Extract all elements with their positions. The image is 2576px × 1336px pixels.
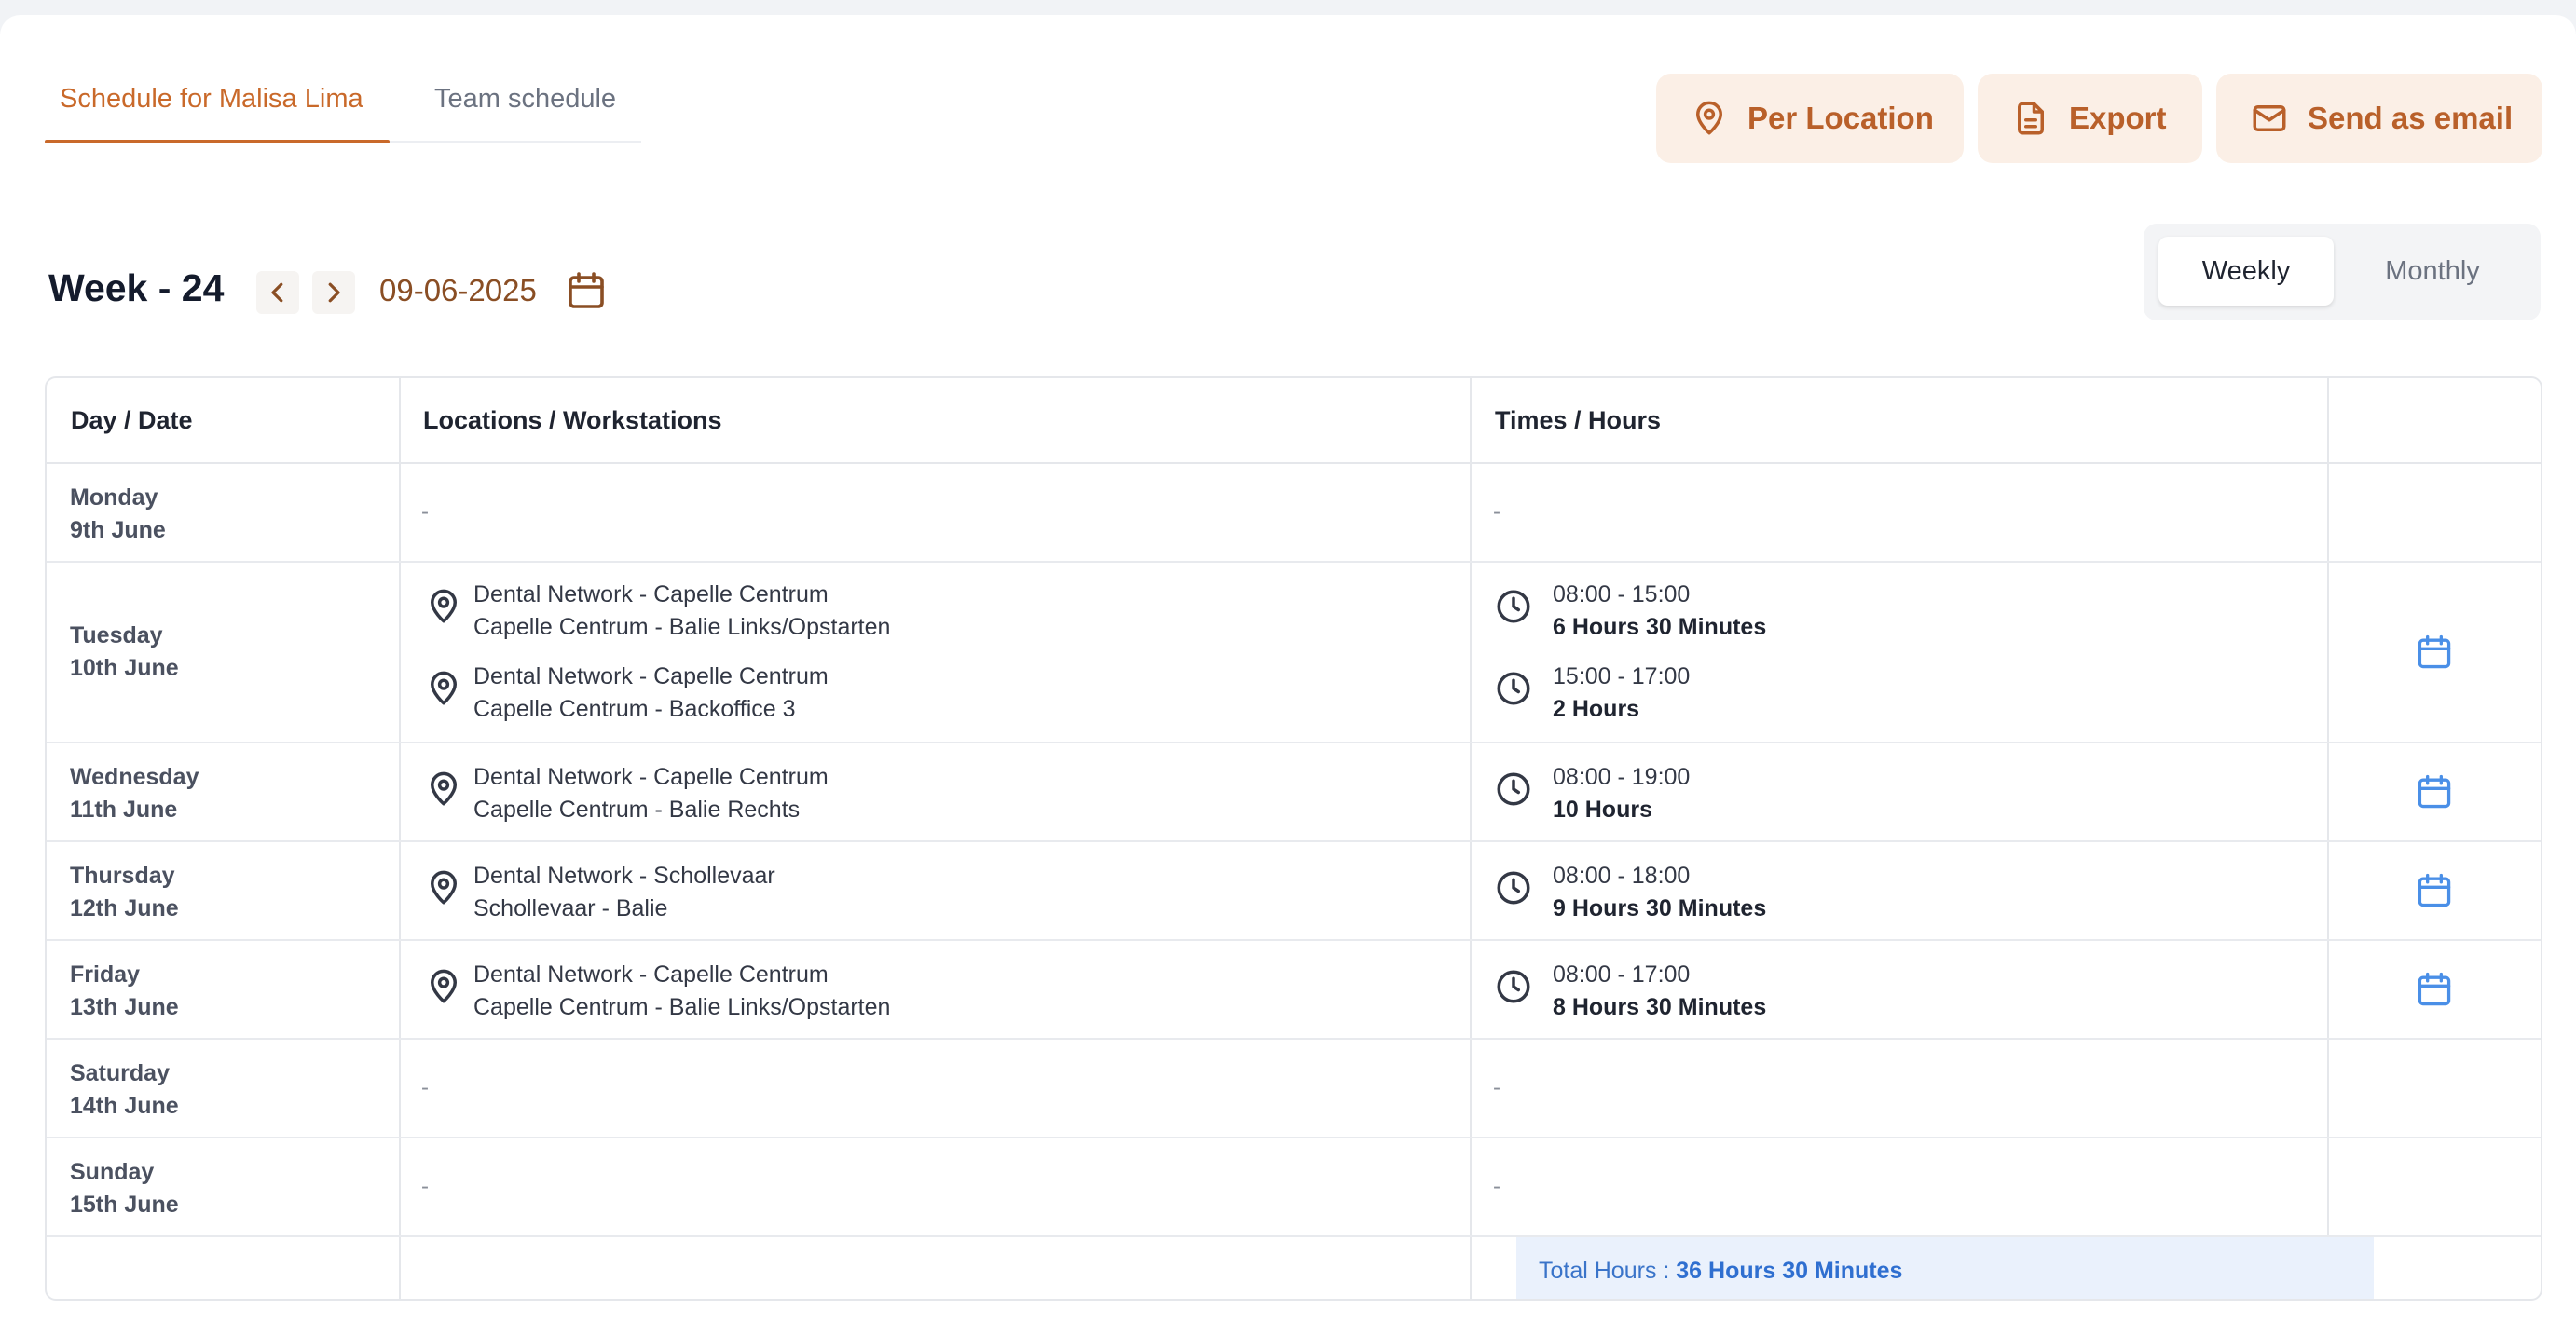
clock-icon: [1497, 672, 1530, 705]
day-name: Saturday: [70, 1060, 170, 1086]
calendar-icon[interactable]: [564, 268, 609, 313]
calendar-icon[interactable]: [2414, 969, 2455, 1010]
header-times: Times / Hours: [1495, 406, 1662, 434]
mail-icon: [2253, 105, 2286, 131]
day-name: Sunday: [70, 1159, 155, 1185]
per-location-label: Per Location: [1747, 101, 1934, 135]
day-date: 13th June: [70, 994, 179, 1020]
monthly-view-button[interactable]: Monthly: [2345, 237, 2520, 306]
shift-hours: 6 Hours 30 Minutes: [1553, 614, 1767, 640]
total-hours: Total Hours : 36 Hours 30 Minutes: [1539, 1258, 1902, 1285]
shift-time: 08:00 - 19:00: [1553, 764, 1691, 790]
send-email-label: Send as email: [2308, 101, 2514, 135]
clock-icon: [1497, 871, 1530, 905]
table-row: Wednesday 11th June Dental Network - Cap…: [47, 743, 2541, 842]
workstation-name: Capelle Centrum - Balie Rechts: [473, 797, 801, 823]
table-row: Thursday 12th June Dental Network - Scho…: [47, 842, 2541, 941]
chevron-right-icon: [328, 282, 340, 303]
shift-hours: 10 Hours: [1553, 797, 1652, 823]
chevron-left-icon: [271, 282, 283, 303]
location-name: Dental Network - Capelle Centrum: [473, 764, 829, 790]
export-label: Export: [2069, 101, 2167, 135]
shift-hours: 9 Hours 30 Minutes: [1553, 895, 1767, 921]
document-icon: [2018, 102, 2044, 135]
empty-time: -: [1493, 499, 1500, 525]
map-pin-icon: [431, 671, 457, 705]
day-date: 12th June: [70, 895, 179, 921]
empty-time: -: [1493, 1075, 1500, 1100]
table-row: Sunday 15th June - -: [47, 1138, 2541, 1237]
map-pin-icon: [1696, 101, 1722, 135]
calendar-icon[interactable]: [2414, 632, 2455, 673]
day-date: 10th June: [70, 655, 179, 681]
shift-hours: 2 Hours: [1553, 696, 1640, 722]
table-row: Tuesday 10th June Dental Network - Capel…: [47, 563, 2541, 743]
workstation-name: Capelle Centrum - Balie Links/Opstarten: [473, 614, 891, 640]
tab-bar: Schedule for Malisa Lima Team schedule: [45, 61, 641, 143]
week-title: Week - 24: [48, 266, 225, 309]
day-name: Tuesday: [70, 622, 163, 648]
workstation-name: Schollevaar - Balie: [473, 895, 668, 921]
day-name: Wednesday: [70, 764, 199, 790]
table-row: Monday 9th June - -: [47, 464, 2541, 563]
table-row: Saturday 14th June - -: [47, 1040, 2541, 1138]
shift-time: 15:00 - 17:00: [1553, 663, 1691, 689]
shift-hours: 8 Hours 30 Minutes: [1553, 994, 1767, 1020]
shift-time: 08:00 - 18:00: [1553, 863, 1691, 889]
day-name: Monday: [70, 484, 158, 511]
table-header: Day / Date Locations / Workstations Time…: [47, 378, 2541, 464]
total-hours-cell: Total Hours : 36 Hours 30 Minutes: [1516, 1237, 2374, 1299]
schedule-card: Schedule for Malisa Lima Team schedule P…: [0, 15, 2576, 1336]
clock-icon: [1497, 970, 1530, 1003]
tab-team-schedule[interactable]: Team schedule: [434, 84, 616, 115]
table-row: Friday 13th June Dental Network - Capell…: [47, 941, 2541, 1040]
weekly-view-button[interactable]: Weekly: [2158, 237, 2334, 306]
location-name: Dental Network - Capelle Centrum: [473, 961, 829, 988]
location-name: Dental Network - Capelle Centrum: [473, 663, 829, 689]
clock-icon: [1497, 590, 1530, 623]
clock-icon: [1497, 772, 1530, 806]
map-pin-icon: [431, 870, 457, 905]
day-name: Friday: [70, 961, 141, 988]
week-start-date: 09-06-2025: [379, 273, 537, 307]
empty-location: -: [421, 499, 429, 525]
day-date: 9th June: [70, 517, 166, 543]
calendar-icon[interactable]: [2414, 771, 2455, 812]
view-toggle: Weekly Monthly: [2144, 224, 2541, 320]
total-hours-label: Total Hours :: [1539, 1258, 1677, 1284]
calendar-icon[interactable]: [2414, 870, 2455, 911]
send-email-button[interactable]: Send as email: [2216, 74, 2542, 163]
header-day-date: Day / Date: [71, 406, 193, 434]
day-name: Thursday: [70, 863, 175, 889]
per-location-button[interactable]: Per Location: [1656, 74, 1964, 163]
map-pin-icon: [431, 771, 457, 806]
empty-location: -: [421, 1174, 429, 1199]
total-hours-value: 36 Hours 30 Minutes: [1676, 1258, 1903, 1284]
workstation-name: Capelle Centrum - Backoffice 3: [473, 696, 796, 722]
shift-time: 08:00 - 15:00: [1553, 581, 1691, 607]
tab-my-schedule[interactable]: Schedule for Malisa Lima: [60, 84, 363, 115]
day-date: 14th June: [70, 1093, 179, 1119]
next-week-button[interactable]: [312, 271, 355, 314]
day-date: 15th June: [70, 1192, 179, 1218]
location-name: Dental Network - Capelle Centrum: [473, 581, 829, 607]
map-pin-icon: [431, 969, 457, 1003]
active-tab-indicator: [45, 140, 390, 143]
schedule-table: Day / Date Locations / Workstations Time…: [45, 376, 2542, 1301]
day-date: 11th June: [70, 797, 178, 823]
empty-time: -: [1493, 1174, 1500, 1199]
export-button[interactable]: Export: [1978, 74, 2202, 163]
location-name: Dental Network - Schollevaar: [473, 863, 775, 889]
shift-time: 08:00 - 17:00: [1553, 961, 1691, 988]
header-locations: Locations / Workstations: [423, 406, 722, 434]
map-pin-icon: [431, 589, 457, 623]
empty-location: -: [421, 1075, 429, 1100]
workstation-name: Capelle Centrum - Balie Links/Opstarten: [473, 994, 891, 1020]
previous-week-button[interactable]: [256, 271, 299, 314]
